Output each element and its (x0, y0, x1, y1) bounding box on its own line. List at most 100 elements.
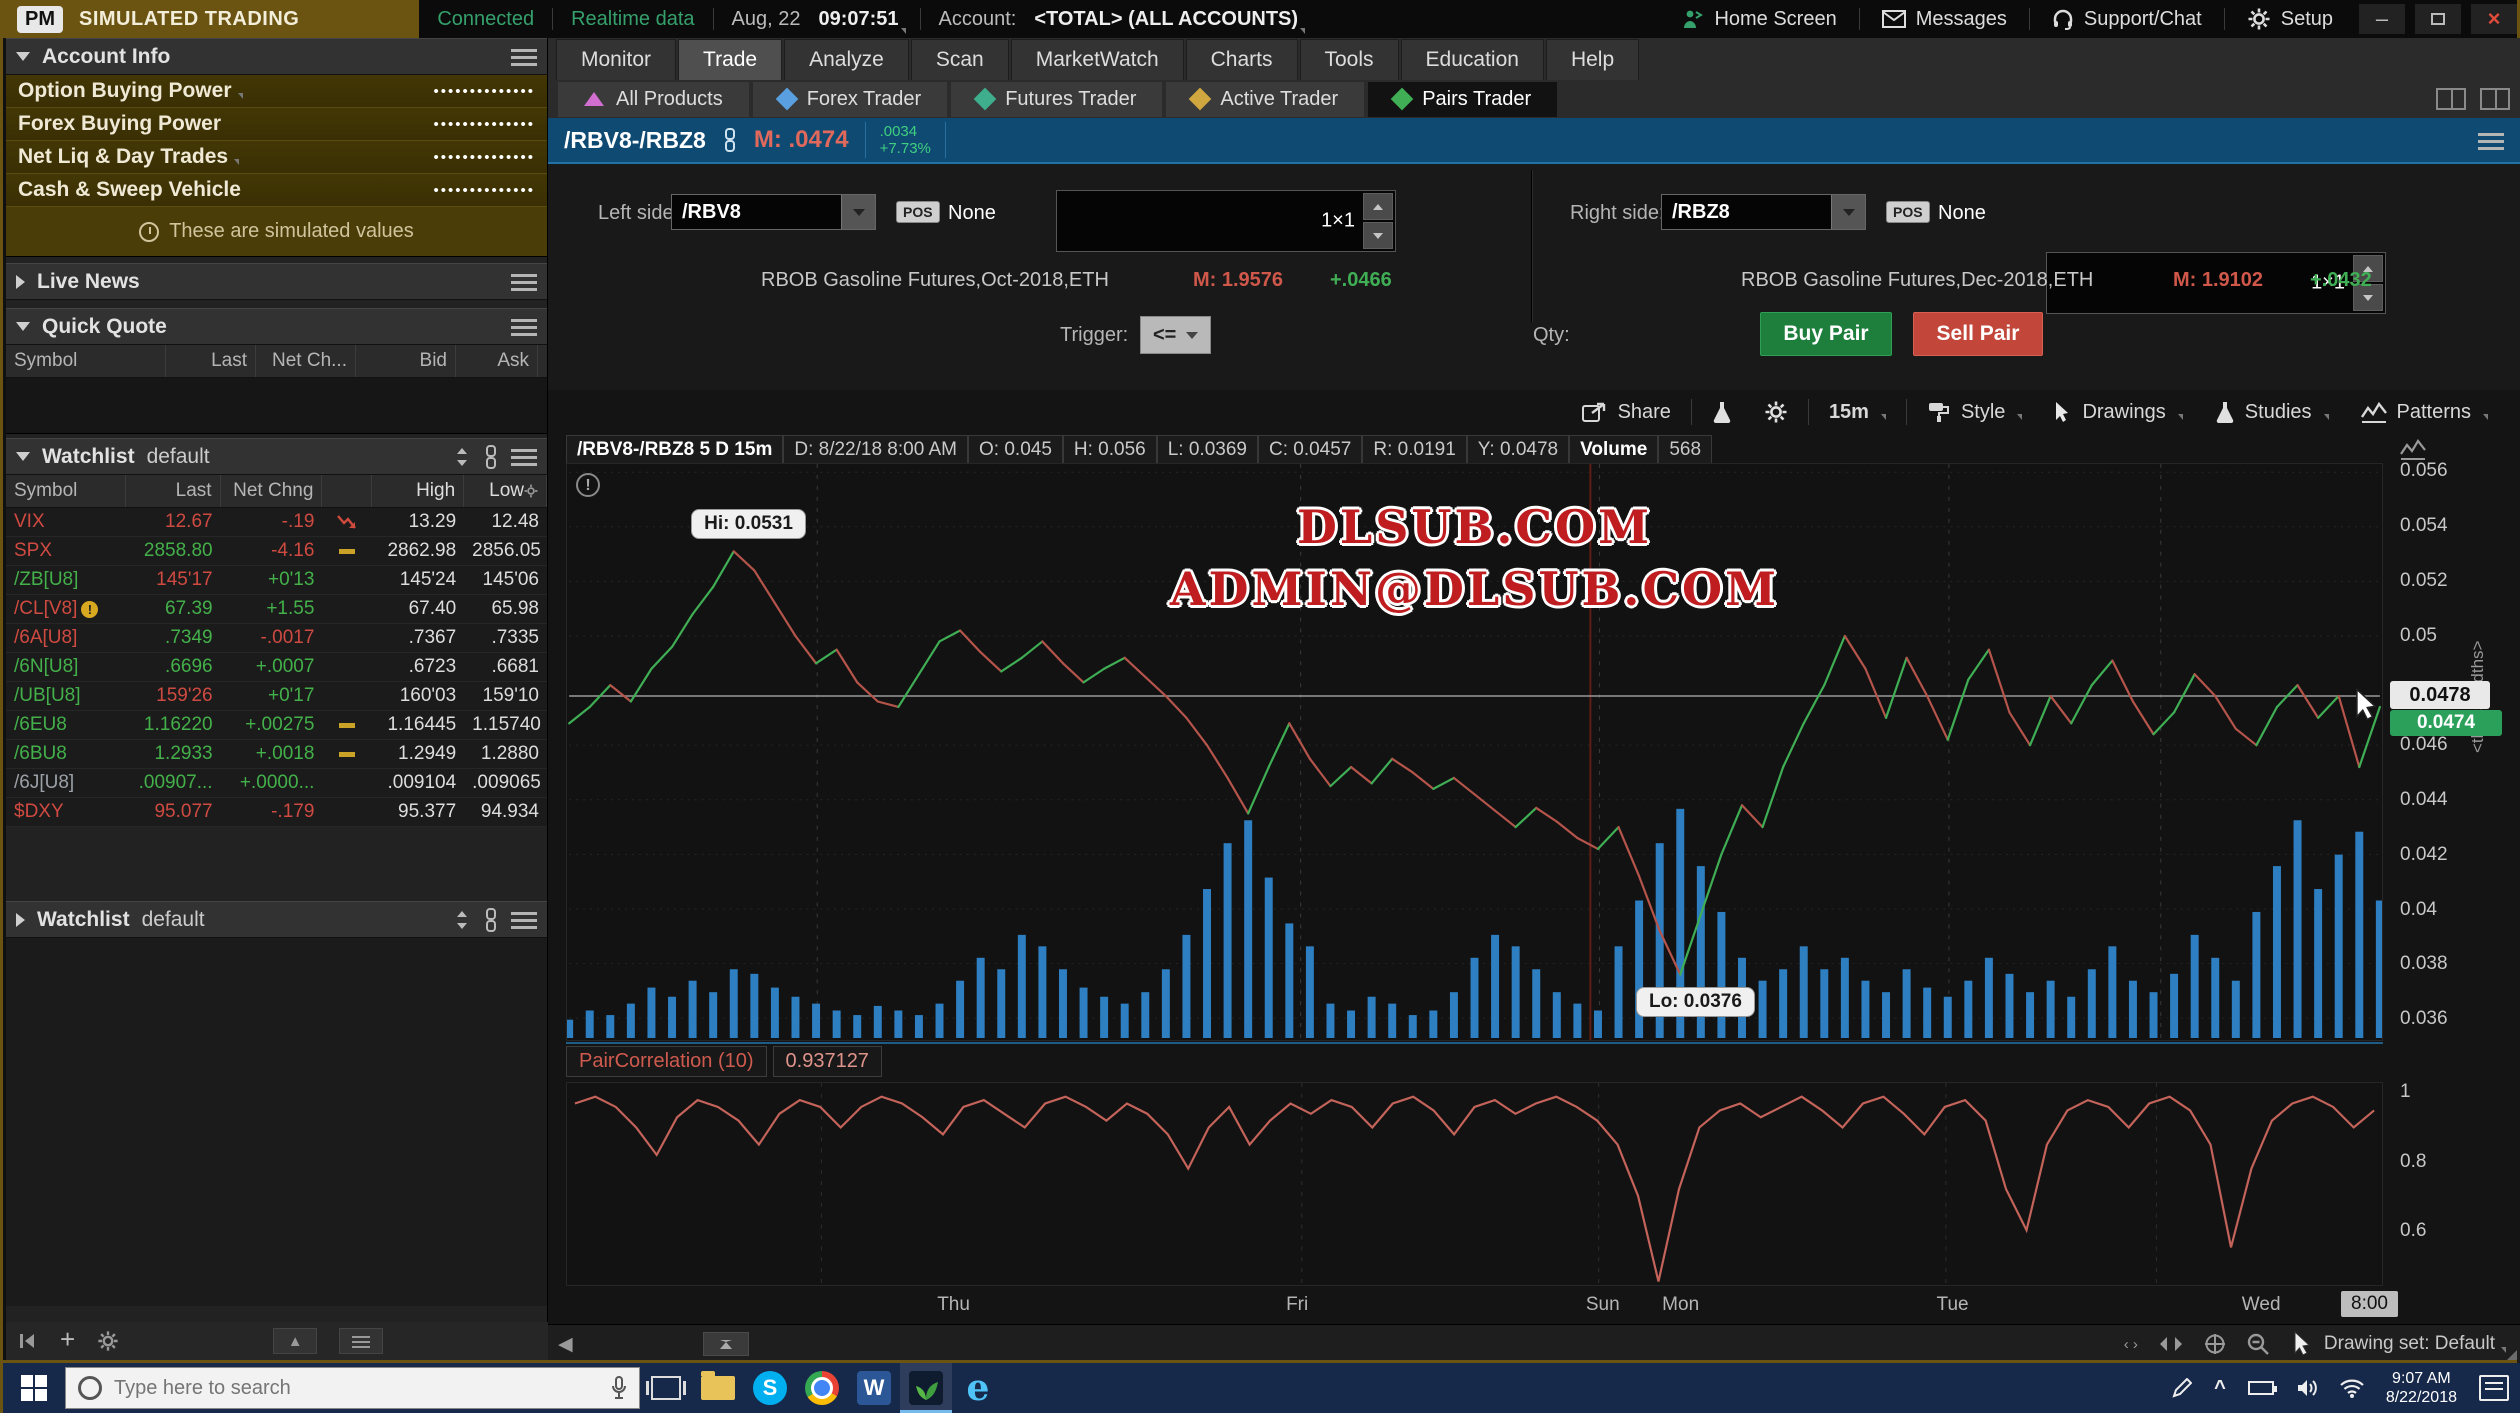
watchlist2-header[interactable]: Watchlist default (6, 901, 547, 938)
messages-button[interactable]: Messages (1866, 0, 2023, 38)
watchlist-row[interactable]: /6A[U8].7349-.0017.7367.7335 (6, 624, 547, 653)
internet-explorer-button[interactable]: e (952, 1363, 1004, 1413)
pattern-mini-icon[interactable] (2400, 438, 2426, 460)
add-gadget-icon[interactable]: + (60, 1324, 75, 1355)
menu-analyze[interactable]: Analyze (784, 39, 909, 80)
menu-charts[interactable]: Charts (1186, 39, 1298, 80)
microphone-icon[interactable] (611, 1376, 627, 1400)
gear-icon[interactable] (97, 1330, 119, 1352)
resize-corner[interactable] (2507, 1350, 2517, 1360)
link-icon[interactable] (483, 908, 499, 932)
start-button[interactable] (21, 1375, 47, 1401)
menu-scan[interactable]: Scan (911, 39, 1009, 80)
quick-quote-column-header[interactable]: Ask (456, 345, 538, 377)
gadget-menu-icon[interactable] (511, 49, 537, 52)
network-icon[interactable] (2340, 1378, 2364, 1398)
chrome-button[interactable] (796, 1363, 848, 1413)
cursor-icon[interactable] (2292, 1331, 2312, 1357)
drawings-button[interactable]: Drawings (2042, 396, 2194, 429)
crosshair-globe-icon[interactable] (2204, 1333, 2226, 1355)
left-symbol-dropdown[interactable]: /RBV8 (671, 194, 876, 230)
watchlist-column-header[interactable]: High (372, 475, 464, 507)
word-button[interactable]: W (848, 1363, 900, 1413)
scroll-up-button[interactable]: ▲ (273, 1328, 317, 1354)
left-pos-value[interactable]: None (948, 202, 996, 225)
expand-icon[interactable] (16, 275, 25, 289)
battery-icon[interactable] (2248, 1381, 2274, 1395)
zoom-icon[interactable] (2246, 1332, 2270, 1356)
price-chart[interactable] (566, 463, 2383, 1041)
account-info-row[interactable]: Net Liq & Day Trades•••••••••••••• (6, 141, 547, 174)
account-selector[interactable]: <TOTAL> (ALL ACCOUNTS) (1034, 8, 1298, 31)
patterns-button[interactable]: Patterns (2349, 396, 2500, 429)
layout-grid-icon[interactable] (2480, 88, 2510, 110)
right-pos-value[interactable]: None (1938, 202, 1986, 225)
restore-button[interactable] (2415, 4, 2461, 34)
quick-quote-column-header[interactable]: Bid (356, 345, 456, 377)
menu-help[interactable]: Help (1546, 39, 1639, 80)
gadget-menu-icon[interactable] (511, 449, 537, 452)
watchlist-row[interactable]: /6J[U8].00907...+.0000....009104.009065 (6, 769, 547, 798)
step-icons[interactable]: ‹ › (2124, 1336, 2138, 1353)
pair-symbol[interactable]: /RBV8-/RBZ8 (564, 127, 706, 154)
price-axis[interactable]: 0.0478 0.0474 <thousandths> 0.0560.0540.… (2388, 463, 2520, 1041)
tab-futures-trader[interactable]: Futures Trader (951, 82, 1162, 117)
sell-pair-button[interactable]: Sell Pair (1913, 312, 2043, 356)
trigger-operator-dropdown[interactable]: <= (1140, 316, 1211, 354)
live-news-header[interactable]: Live News (6, 263, 547, 300)
style-button[interactable]: Style (1915, 396, 2034, 429)
pair-menu-icon[interactable] (2478, 133, 2504, 136)
watchlist-row[interactable]: SPX2858.80-4.162862.982856.05 (6, 537, 547, 566)
watchlist-row[interactable]: /6N[U8].6696+.0007.6723.6681 (6, 653, 547, 682)
tab-pairs-trader[interactable]: Pairs Trader (1368, 82, 1557, 117)
scroll-left-icon[interactable]: ◀ (558, 1333, 573, 1356)
share-button[interactable]: Share (1570, 396, 1683, 429)
expand-icon[interactable] (16, 913, 25, 927)
watchlist-row[interactable]: /UB[U8]159'26+0'17160'03159'10 (6, 682, 547, 711)
watchlist-row[interactable]: /6BU81.2933+.00181.29491.2880 (6, 740, 547, 769)
taskbar-search[interactable] (65, 1367, 640, 1409)
link-icon[interactable] (483, 445, 499, 469)
skype-button[interactable]: S (744, 1363, 796, 1413)
menu-education[interactable]: Education (1401, 39, 1544, 80)
watchlist-row[interactable]: VIX12.67-.1913.2912.48 (6, 508, 547, 537)
watchlist-row[interactable]: $DXY95.077-.17995.37794.934 (6, 798, 547, 827)
account-info-header[interactable]: Account Info (6, 38, 547, 75)
volume-label[interactable]: Volume (1569, 435, 1658, 465)
expand-panel-button[interactable] (703, 1332, 749, 1356)
account-info-row[interactable]: Cash & Sweep Vehicle•••••••••••••• (6, 174, 547, 207)
drawing-set-label[interactable]: Drawing set: Default (2324, 1333, 2495, 1355)
chart-info-icon[interactable]: ! (576, 473, 600, 497)
watchlist-column-header[interactable]: Symbol (6, 475, 126, 507)
buy-pair-button[interactable]: Buy Pair (1760, 312, 1892, 356)
tab-active-trader[interactable]: Active Trader (1166, 82, 1364, 117)
menu-marketwatch[interactable]: MarketWatch (1011, 39, 1184, 80)
menu-monitor[interactable]: Monitor (556, 39, 676, 80)
link-icon[interactable] (722, 127, 738, 153)
studies-button[interactable]: Studies (2203, 395, 2341, 429)
collapse-left-icon[interactable] (18, 1332, 38, 1350)
chart-settings-button[interactable] (1752, 395, 1800, 429)
sort-icon[interactable] (453, 446, 471, 468)
watchlist2-name[interactable]: default (142, 908, 205, 932)
watchlist-column-header[interactable]: Net Chng (221, 475, 323, 507)
search-input[interactable] (114, 1377, 599, 1400)
account-info-row[interactable]: Option Buying Power•••••••••••••• (6, 75, 547, 108)
data-status[interactable]: Realtime data (553, 8, 712, 31)
gadget-menu-icon[interactable] (511, 319, 537, 322)
quick-quote-column-header[interactable]: Net Ch... (256, 345, 356, 377)
watchlist-row[interactable]: /CL[V8]!67.39+1.5567.4065.98 (6, 595, 547, 624)
file-explorer-button[interactable] (692, 1363, 744, 1413)
tab-forex-trader[interactable]: Forex Trader (753, 82, 947, 117)
interval-dropdown[interactable]: 15m (1817, 396, 1898, 429)
sort-icon[interactable] (453, 909, 471, 931)
collapse-icon[interactable] (16, 322, 30, 331)
task-view-button[interactable] (640, 1363, 692, 1413)
sidebar-menu-button[interactable] (339, 1328, 383, 1354)
close-button[interactable]: × (2471, 4, 2517, 34)
thinkorswim-taskbar-button[interactable] (900, 1363, 952, 1413)
watchlist-column-header[interactable]: Low (464, 475, 547, 507)
watchlist-column-header[interactable] (322, 475, 372, 507)
gadget-menu-icon[interactable] (511, 274, 537, 277)
taskbar-clock[interactable]: 9:07 AM 8/22/2018 (2386, 1369, 2457, 1407)
